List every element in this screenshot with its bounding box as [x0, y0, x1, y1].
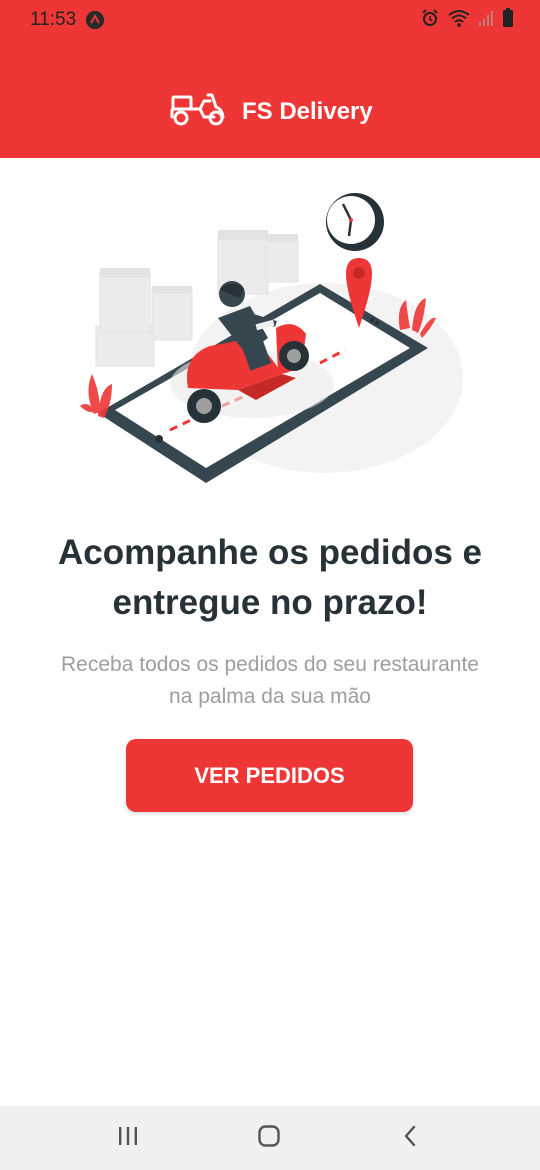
headline: Acompanhe os pedidos e entregue no prazo… — [58, 533, 482, 622]
system-nav-bar — [0, 1106, 540, 1170]
signal-icon — [478, 9, 494, 32]
scooter-icon — [170, 91, 226, 132]
brand: FS Delivery — [170, 91, 373, 132]
back-button[interactable] — [390, 1120, 430, 1156]
status-icons — [420, 7, 514, 33]
status-bar: 11:53 — [0, 0, 540, 42]
app-header: FS Delivery — [0, 42, 540, 158]
status-time: 11:53 — [30, 9, 77, 30]
battery-icon — [502, 7, 514, 33]
ver-pedidos-button[interactable]: VER PEDIDOS — [126, 739, 413, 812]
app-notification-icon — [86, 11, 104, 29]
wifi-icon — [448, 9, 470, 32]
recent-apps-icon — [117, 1126, 139, 1151]
subtext: Receba todos os pedidos do seu restauran… — [61, 653, 479, 708]
home-button[interactable] — [249, 1120, 289, 1156]
brand-name: FS Delivery — [242, 97, 373, 125]
home-screen: 11:53 FS Delivery Acompanhe os pedidos e… — [0, 0, 540, 1170]
alarm-icon — [420, 8, 440, 33]
clock-icon — [326, 193, 384, 251]
back-icon — [402, 1125, 418, 1152]
home-icon — [257, 1124, 281, 1153]
delivery-scooter-on-phone-illustration — [70, 178, 470, 490]
recent-apps-button[interactable] — [108, 1120, 148, 1156]
